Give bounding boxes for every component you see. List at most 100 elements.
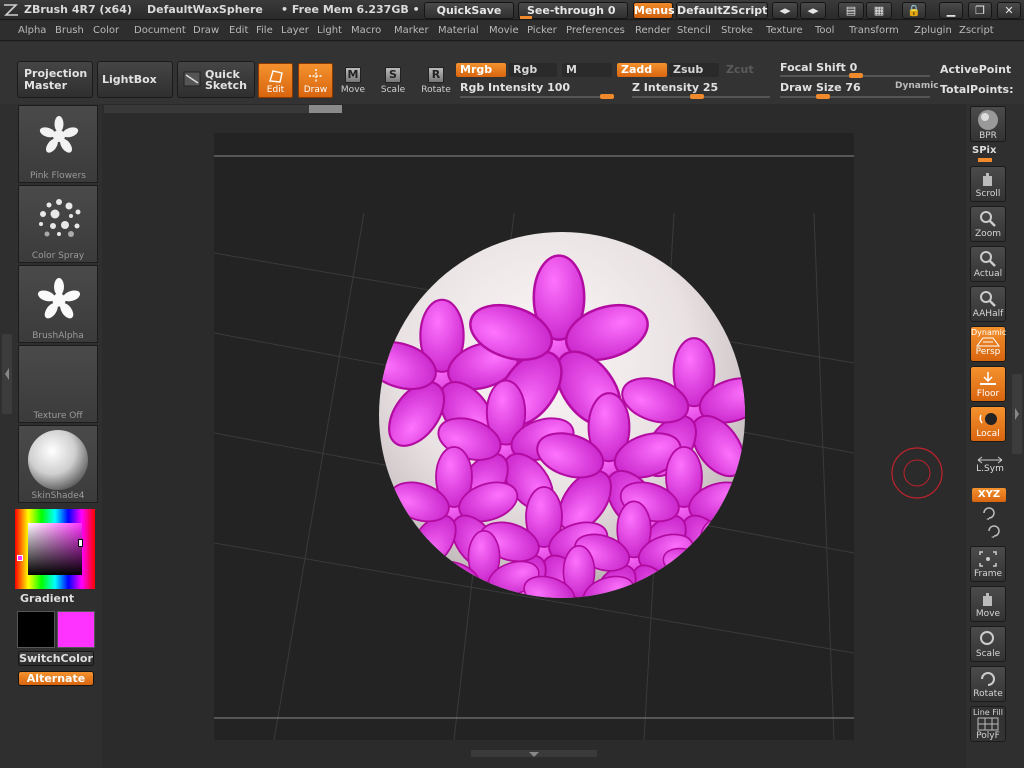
dynamic-toggle[interactable]: Dynamic <box>895 81 939 91</box>
move-view-button[interactable]: Move <box>970 586 1006 622</box>
menu-item[interactable]: Transform <box>849 25 899 36</box>
draw-button[interactable]: Draw <box>298 63 333 98</box>
color-picker-square[interactable] <box>28 523 82 575</box>
menu-item[interactable]: File <box>256 25 273 36</box>
rotate-y-icon[interactable] <box>981 506 997 520</box>
brush-slot[interactable]: Pink Flowers <box>18 105 98 183</box>
menu-item[interactable]: Layer <box>281 25 309 36</box>
window-layout-icon[interactable]: ▤ <box>838 2 864 19</box>
menu-item[interactable]: Zplugin <box>914 25 952 36</box>
polyf-button[interactable]: Line Fill PolyF <box>970 706 1006 742</box>
menu-item[interactable]: Stroke <box>721 25 753 36</box>
hue-marker[interactable] <box>17 555 23 561</box>
actual-button[interactable]: Actual <box>970 246 1006 282</box>
bottom-tray-toggle[interactable] <box>471 750 597 757</box>
draw-size-track[interactable] <box>780 96 930 98</box>
menu-item[interactable]: Edit <box>229 25 248 36</box>
document-canvas[interactable] <box>213 133 855 741</box>
restore-icon[interactable]: ❐ <box>968 2 992 19</box>
default-zscript-button[interactable]: DefaultZScript <box>676 2 768 19</box>
quick-sketch-button[interactable]: Quick Sketch <box>177 61 255 98</box>
rotate-view-button[interactable]: Rotate <box>970 666 1006 702</box>
z-intensity-slider[interactable]: Z Intensity 25 <box>632 81 718 94</box>
saturation-marker[interactable] <box>78 539 83 547</box>
secondary-color-swatch[interactable] <box>57 611 95 648</box>
main-color-swatch[interactable] <box>17 611 55 648</box>
floor-button[interactable]: Floor <box>970 366 1006 402</box>
menu-item[interactable]: Brush <box>55 25 84 36</box>
focal-shift-slider[interactable]: Focal Shift 0 <box>780 61 857 74</box>
zcut-toggle[interactable]: Zcut <box>722 63 770 77</box>
menu-item[interactable]: Texture <box>766 25 803 36</box>
menu-item[interactable]: Material <box>438 25 479 36</box>
z-intensity-knob[interactable] <box>690 94 704 99</box>
draw-size-knob[interactable] <box>816 94 830 99</box>
scroll-button[interactable]: Scroll <box>970 166 1006 202</box>
draw-size-slider[interactable]: Draw Size 76 <box>780 81 861 94</box>
menu-item[interactable]: Document <box>134 25 186 36</box>
left-tray-toggle[interactable] <box>2 334 12 414</box>
menus-button[interactable]: Menus <box>633 2 675 19</box>
mrgb-toggle[interactable]: Mrgb <box>456 63 506 77</box>
scale-button[interactable]: S Scale <box>378 67 408 95</box>
scale-view-button[interactable]: Scale <box>970 626 1006 662</box>
spix-slider[interactable]: SPix <box>972 145 996 156</box>
rgb-toggle[interactable]: Rgb <box>509 63 557 77</box>
menu-item[interactable]: Movie <box>489 25 519 36</box>
local-button[interactable]: Local <box>970 406 1006 442</box>
shelf-scroll-track[interactable] <box>104 105 342 113</box>
gradient-label[interactable]: Gradient <box>20 592 74 605</box>
m-toggle[interactable]: M <box>562 63 612 77</box>
alternate-button[interactable]: Alternate <box>18 671 94 686</box>
menu-item[interactable]: Tool <box>815 25 834 36</box>
stroke-slot[interactable]: Color Spray <box>18 185 98 263</box>
canvas-area[interactable] <box>103 117 965 757</box>
frame-button[interactable]: Frame <box>970 546 1006 582</box>
menu-item[interactable]: Alpha <box>18 25 46 36</box>
menu-item[interactable]: Render <box>635 25 671 36</box>
menu-item[interactable]: Macro <box>351 25 381 36</box>
right-tray-toggle[interactable] <box>1012 374 1022 454</box>
material-slot[interactable]: SkinShade4 <box>18 425 98 503</box>
projection-master-button[interactable]: Projection Master <box>17 61 93 98</box>
menu-item[interactable]: Light <box>317 25 342 36</box>
lsym-button[interactable]: L.Sym <box>972 456 1008 474</box>
window-layout2-icon[interactable]: ▦ <box>866 2 892 19</box>
rgb-intensity-slider[interactable]: Rgb Intensity 100 <box>460 81 570 94</box>
aahalf-button[interactable]: AAHalf <box>970 286 1006 322</box>
persp-button[interactable]: Dynamic Persp <box>970 326 1006 362</box>
shelf-scroll-thumb[interactable] <box>309 105 342 113</box>
menu-item[interactable]: Zscript <box>959 25 994 36</box>
menu-item[interactable]: Preferences <box>566 25 625 36</box>
see-through-slider[interactable]: See-through 0 <box>518 2 628 19</box>
zsub-toggle[interactable]: Zsub <box>669 63 719 77</box>
quicksave-button[interactable]: QuickSave <box>424 2 514 19</box>
texture-slot[interactable]: Texture Off <box>18 345 98 423</box>
focal-shift-knob[interactable] <box>849 73 863 78</box>
zadd-toggle[interactable]: Zadd <box>617 63 667 77</box>
rotate-z-icon[interactable] <box>986 524 1002 538</box>
menu-item[interactable]: Stencil <box>677 25 711 36</box>
rgb-intensity-track[interactable] <box>460 96 614 98</box>
layout-prev-icon[interactable]: ◂▸ <box>772 2 798 19</box>
menu-item[interactable]: Draw <box>193 25 219 36</box>
menu-item[interactable]: Color <box>93 25 119 36</box>
switch-color-button[interactable]: SwitchColor <box>18 651 94 666</box>
see-through-knob[interactable] <box>520 16 532 19</box>
zoom-button[interactable]: Zoom <box>970 206 1006 242</box>
minimize-icon[interactable]: ▁ <box>939 2 963 19</box>
bpr-button[interactable]: BPR <box>970 106 1006 142</box>
xyz-toggle[interactable]: XYZ <box>972 488 1006 502</box>
layout-next-icon[interactable]: ◂▸ <box>800 2 826 19</box>
color-picker[interactable] <box>15 509 95 589</box>
lock-icon[interactable]: 🔒 <box>902 2 926 19</box>
alpha-slot[interactable]: BrushAlpha <box>18 265 98 343</box>
close-icon[interactable]: ✕ <box>997 2 1021 19</box>
edit-button[interactable]: Edit <box>258 63 293 98</box>
rotate-button[interactable]: R Rotate <box>418 67 454 95</box>
lightbox-button[interactable]: LightBox <box>97 61 173 98</box>
menu-item[interactable]: Marker <box>394 25 429 36</box>
move-button[interactable]: M Move <box>339 67 367 95</box>
menu-item[interactable]: Picker <box>527 25 557 36</box>
spix-knob[interactable] <box>978 158 992 162</box>
